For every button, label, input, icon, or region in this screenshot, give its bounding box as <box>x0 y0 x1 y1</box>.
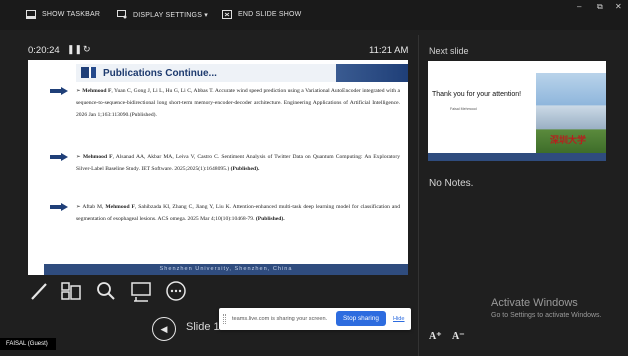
close-button[interactable]: ✕ <box>615 2 622 11</box>
entry-text: , Yuan C, Gong J, Li L, Hu G, Li C, Abba… <box>76 88 400 118</box>
current-slide[interactable]: Publications Continue... ➢ Mehmood F, Yu… <box>28 60 408 275</box>
end-show-icon <box>222 10 232 19</box>
next-slide-thanks: Thank you for your attention! <box>432 91 522 98</box>
entry-status-bold: (Published). <box>255 216 285 222</box>
arrow-icon <box>50 87 68 95</box>
participant-name-tag: FAISAL (Guest) <box>0 338 56 350</box>
minimize-button[interactable]: – <box>577 2 581 11</box>
display-settings-label: DISPLAY SETTINGS ▾ <box>133 11 208 19</box>
activate-windows-subtitle: Go to Settings to activate Windows. <box>491 312 602 319</box>
sharing-message: teams.live.com is sharing your screen. <box>232 316 328 322</box>
entry-author-bold: Mehmood F <box>82 88 112 94</box>
header-marker-accent <box>89 67 96 78</box>
entry-author-bold: Mehmood F <box>105 204 135 210</box>
speaker-notes: No Notes. <box>429 178 474 189</box>
more-options-icon[interactable] <box>165 280 187 302</box>
restart-timer-icon[interactable]: ↻ <box>83 44 91 55</box>
display-settings-button[interactable]: DISPLAY SETTINGS ▾ <box>117 10 208 19</box>
next-slide-label: Next slide <box>429 46 469 56</box>
restore-button[interactable]: ⧉ <box>597 2 603 12</box>
monitor-gear-icon <box>117 10 127 19</box>
arrow-icon <box>50 203 68 211</box>
end-slide-show-label: END SLIDE SHOW <box>238 11 302 18</box>
next-slide-footer <box>428 153 606 161</box>
pause-icon[interactable]: ❚❚ <box>67 44 82 55</box>
publication-entry: ➢ Mehmood F, Alsanad AA, Akbar MA, Leiva… <box>50 151 400 175</box>
next-slide-presenter: Faisal Mehmood <box>450 107 477 111</box>
pen-icon[interactable] <box>28 280 50 302</box>
presenter-toolbar: SHOW TASKBAR DISPLAY SETTINGS ▾ END SLID… <box>0 0 628 30</box>
previous-slide-button[interactable]: ◀ <box>152 317 176 341</box>
subtitles-icon[interactable] <box>130 280 152 302</box>
slide-title: Publications Continue... <box>103 68 217 79</box>
stop-sharing-button[interactable]: Stop sharing <box>336 311 386 326</box>
publication-entry: ➢ Aftab M, Mehmood F, Sahibzada KI, Zhan… <box>50 201 400 225</box>
university-seal: 深圳大学 <box>550 136 587 146</box>
slide-header: Publications Continue... <box>76 64 336 82</box>
screen-sharing-banner: teams.live.com is sharing your screen. S… <box>219 308 411 330</box>
drag-handle-icon[interactable] <box>223 314 226 324</box>
activate-windows-title: Activate Windows <box>491 297 578 309</box>
pane-divider[interactable] <box>418 35 419 356</box>
entry-author-bold: Mehmood F <box>82 154 113 160</box>
next-slide-thumbnail[interactable]: Thank you for your attention! Faisal Meh… <box>428 61 606 161</box>
entry-prefix: ➢ <box>76 154 83 160</box>
show-taskbar-label: SHOW TASKBAR <box>42 11 101 18</box>
hide-banner-link[interactable]: Hide <box>393 316 405 322</box>
header-band <box>336 64 408 82</box>
end-slide-show-button[interactable]: END SLIDE SHOW <box>222 10 301 19</box>
publication-entry: ➢ Mehmood F, Yuan C, Gong J, Li L, Hu G,… <box>50 85 400 121</box>
show-taskbar-button[interactable]: SHOW TASKBAR <box>26 10 100 19</box>
entry-prefix: ➢ Aftab M, <box>76 204 106 210</box>
slide-footer: Shenzhen University, Shenzhen, China <box>44 264 408 275</box>
taskbar-icon <box>26 10 36 19</box>
clock: 11:21 AM <box>369 45 409 56</box>
increase-font-icon[interactable]: A⁺ <box>429 331 442 342</box>
chevron-left-icon: ◀ <box>160 323 168 334</box>
arrow-icon <box>50 153 68 161</box>
entry-status-bold: (Published). <box>230 166 260 172</box>
see-all-slides-icon[interactable] <box>60 280 82 302</box>
decrease-font-icon[interactable]: A⁻ <box>452 331 465 342</box>
zoom-icon[interactable] <box>95 280 117 302</box>
elapsed-timer: 0:20:24 <box>28 45 60 56</box>
